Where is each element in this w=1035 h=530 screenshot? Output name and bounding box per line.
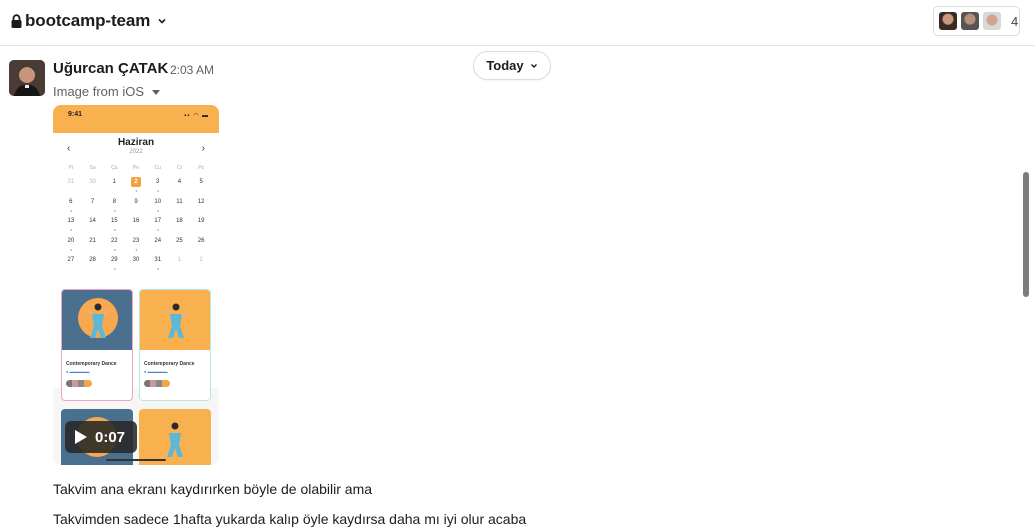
member-avatar	[938, 11, 958, 31]
phone-status-bar: 9:41 ▪▪ ◠ ▬	[53, 105, 219, 133]
calendar-day: 18	[176, 218, 183, 224]
dancer-illustration	[167, 422, 183, 457]
dancer-illustration	[166, 303, 186, 338]
calendar-day: 31	[67, 179, 75, 185]
lock-icon	[11, 13, 22, 28]
calendar-day: 19	[197, 218, 205, 224]
calendar-year: 2022	[129, 149, 143, 155]
day-name: Pe	[132, 165, 140, 171]
sender-avatar[interactable]	[9, 60, 45, 96]
event-title: Contemporary Dance	[66, 361, 117, 367]
event-card: Contemporary Dance ● ▬▬▬▬▬	[139, 289, 211, 401]
member-avatar	[960, 11, 980, 31]
event-title: Contemporary Dance	[144, 361, 195, 367]
today-label: Today	[486, 58, 524, 73]
calendar-day: 13	[60, 216, 82, 236]
file-title-toggle[interactable]: Image from iOS	[53, 84, 161, 99]
calendar-day: 4	[177, 179, 182, 185]
channel-name: bootcamp-team	[25, 11, 151, 30]
phone-home-indicator	[106, 459, 166, 461]
caret-down-icon	[152, 89, 161, 95]
calendar-month: Haziran	[117, 137, 155, 148]
calendar-day: 8	[103, 197, 125, 217]
calendar-day: 30	[89, 179, 96, 185]
calendar-day: 20	[60, 236, 82, 256]
calendar-day: 26	[197, 237, 205, 244]
day-name: Ct	[176, 165, 182, 171]
message-timestamp[interactable]: 2:03 AM	[170, 63, 214, 77]
calendar-day: 29	[103, 255, 125, 275]
chevron-down-icon	[158, 18, 166, 24]
calendar-day: 28	[89, 257, 96, 263]
phone-time: 9:41	[68, 111, 83, 118]
members-button[interactable]: 4	[933, 6, 1020, 36]
channel-name-button[interactable]: bootcamp-team	[11, 11, 168, 31]
calendar-day: 25	[176, 237, 183, 244]
calendar-day: 16	[132, 218, 140, 224]
calendar-day: 31	[147, 255, 169, 275]
day-name: Cu	[154, 165, 161, 171]
calendar-day: 21	[89, 237, 96, 244]
phone-signal-icon: ▪▪ ◠ ▬	[184, 113, 209, 119]
calendar-day: 15	[103, 216, 125, 236]
day-name: Ça	[111, 165, 118, 171]
day-name: Pt	[68, 165, 74, 171]
video-play-button[interactable]: 0:07	[65, 421, 137, 453]
calendar-day: 23	[125, 236, 147, 256]
file-title: Image from iOS	[53, 84, 145, 99]
play-icon	[75, 430, 87, 444]
member-avatar	[982, 11, 1002, 31]
message-text: Takvim ana ekranı kaydırırken böyle de o…	[53, 481, 373, 497]
calendar-day: 10	[147, 197, 169, 217]
calendar-day: 2	[199, 257, 203, 263]
date-divider-today[interactable]: Today	[473, 51, 551, 80]
video-duration: 0:07	[95, 428, 126, 446]
channel-header: bootcamp-team 4	[0, 0, 1035, 46]
calendar-day: 30	[132, 257, 140, 263]
dancer-illustration	[88, 303, 108, 338]
scrollbar-thumb[interactable]	[1023, 172, 1029, 297]
calendar-day: 1	[177, 257, 182, 263]
calendar-day: 22	[103, 236, 125, 256]
calendar-day: 5	[199, 179, 203, 185]
video-attachment[interactable]: 9:41 ▪▪ ◠ ▬ ‹ › Haziran 2022 Pt Sa Ça Pe…	[53, 105, 219, 465]
calendar-day: 12	[197, 198, 205, 205]
calendar-day: 9	[134, 198, 138, 205]
calendar-day: 24	[154, 237, 162, 244]
calendar-day: 7	[90, 198, 95, 205]
calendar-day: 3	[147, 177, 169, 197]
calendar-day-selected: 2	[125, 177, 147, 197]
day-name: Pz	[198, 165, 205, 171]
message-text: Takvimden sadece 1hafta yukarda kalıp öy…	[53, 511, 527, 527]
avatar-image	[9, 60, 45, 96]
chevron-down-icon	[530, 63, 537, 68]
calendar-day: 6	[60, 197, 82, 217]
day-name: Sa	[89, 165, 96, 171]
sender-name[interactable]: Uğurcan ÇATAK	[53, 60, 168, 77]
calendar-day: 17	[147, 216, 169, 236]
event-card: Contemporary Dance ● ▬▬▬▬▬	[61, 289, 133, 401]
member-count: 4	[1011, 13, 1019, 29]
calendar-grid: Pt Sa Ça Pe Cu Ct Pz 31 30 1 2 3 4 5 6 7…	[60, 163, 212, 275]
event-card	[139, 409, 211, 465]
calendar-day: 1	[112, 179, 116, 185]
calendar-day: 14	[89, 218, 96, 224]
calendar-day: 27	[67, 257, 75, 263]
calendar-day: 11	[176, 198, 183, 205]
